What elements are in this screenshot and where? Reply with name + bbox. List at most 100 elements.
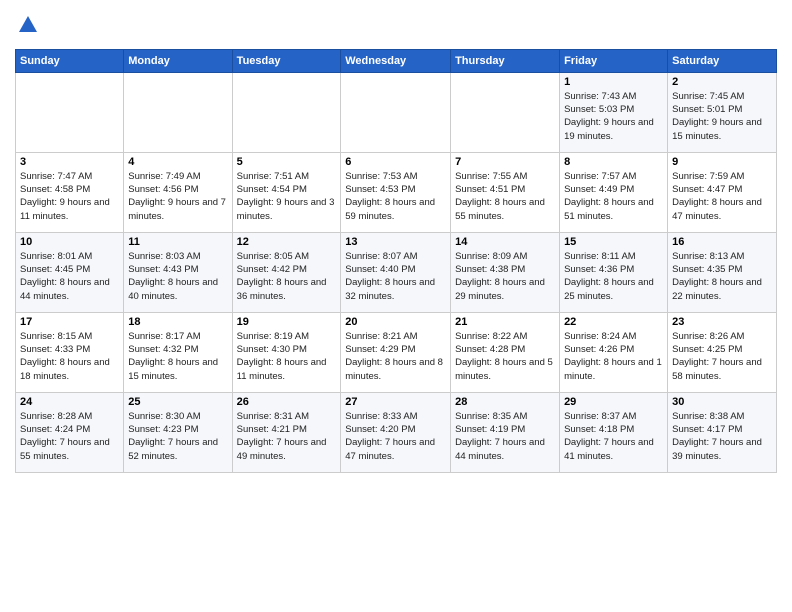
- calendar-cell: 20 Sunrise: 8:21 AM Sunset: 4:29 PM Dayli…: [341, 312, 451, 392]
- logo: [15, 14, 39, 41]
- day-info: Sunrise: 8:07 AM Sunset: 4:40 PM Dayligh…: [345, 250, 446, 303]
- calendar-table: SundayMondayTuesdayWednesdayThursdayFrid…: [15, 49, 777, 473]
- calendar-cell: 26 Sunrise: 8:31 AM Sunset: 4:21 PM Dayli…: [232, 392, 341, 472]
- calendar-cell: 8 Sunrise: 7:57 AM Sunset: 4:49 PM Daylig…: [560, 152, 668, 232]
- calendar-cell: 18 Sunrise: 8:17 AM Sunset: 4:32 PM Dayli…: [124, 312, 232, 392]
- page-container: SundayMondayTuesdayWednesdayThursdayFrid…: [0, 0, 792, 612]
- calendar-cell: 11 Sunrise: 8:03 AM Sunset: 4:43 PM Dayli…: [124, 232, 232, 312]
- day-info: Sunrise: 8:11 AM Sunset: 4:36 PM Dayligh…: [564, 250, 663, 303]
- calendar-cell: 4 Sunrise: 7:49 AM Sunset: 4:56 PM Daylig…: [124, 152, 232, 232]
- day-info: Sunrise: 8:38 AM Sunset: 4:17 PM Dayligh…: [672, 410, 772, 463]
- day-number: 24: [20, 396, 119, 408]
- calendar-cell: 6Sunrise: 7:53 AM Sunset: 4:53 PM Daylig…: [341, 152, 451, 232]
- day-number: 16: [672, 236, 772, 248]
- day-number: 5: [237, 156, 337, 168]
- calendar-cell: [451, 72, 560, 152]
- day-info: Sunrise: 8:31 AM Sunset: 4:21 PM Dayligh…: [237, 410, 337, 463]
- calendar-cell: [341, 72, 451, 152]
- day-number: 26: [237, 396, 337, 408]
- day-number: 20: [345, 316, 446, 328]
- logo-icon: [17, 14, 39, 36]
- day-info: Sunrise: 8:03 AM Sunset: 4:43 PM Dayligh…: [128, 250, 227, 303]
- calendar-cell: 14Sunrise: 8:09 AM Sunset: 4:38 PM Dayli…: [451, 232, 560, 312]
- calendar-cell: 3 Sunrise: 7:47 AM Sunset: 4:58 PM Daylig…: [16, 152, 124, 232]
- calendar-cell: 24 Sunrise: 8:28 AM Sunset: 4:24 PM Dayli…: [16, 392, 124, 472]
- day-number: 15: [564, 236, 663, 248]
- day-number: 1: [564, 76, 663, 88]
- calendar-week-row: 1 Sunrise: 7:43 AM Sunset: 5:03 PM Daylig…: [16, 72, 777, 152]
- day-number: 21: [455, 316, 555, 328]
- day-info: Sunrise: 8:24 AM Sunset: 4:26 PM Dayligh…: [564, 330, 663, 383]
- day-info: Sunrise: 8:37 AM Sunset: 4:18 PM Dayligh…: [564, 410, 663, 463]
- day-number: 2: [672, 76, 772, 88]
- calendar-cell: [232, 72, 341, 152]
- day-number: 22: [564, 316, 663, 328]
- day-number: 13: [345, 236, 446, 248]
- day-info: Sunrise: 8:19 AM Sunset: 4:30 PM Dayligh…: [237, 330, 337, 383]
- calendar-cell: 16 Sunrise: 8:13 AM Sunset: 4:35 PM Dayli…: [668, 232, 777, 312]
- day-info: Sunrise: 8:30 AM Sunset: 4:23 PM Dayligh…: [128, 410, 227, 463]
- weekday-header-saturday: Saturday: [668, 49, 777, 72]
- weekday-header-monday: Monday: [124, 49, 232, 72]
- day-info: Sunrise: 8:15 AM Sunset: 4:33 PM Dayligh…: [20, 330, 119, 383]
- calendar-cell: 2 Sunrise: 7:45 AM Sunset: 5:01 PM Daylig…: [668, 72, 777, 152]
- day-number: 23: [672, 316, 772, 328]
- day-info: Sunrise: 8:28 AM Sunset: 4:24 PM Dayligh…: [20, 410, 119, 463]
- day-number: 9: [672, 156, 772, 168]
- day-number: 19: [237, 316, 337, 328]
- day-info: Sunrise: 7:45 AM Sunset: 5:01 PM Dayligh…: [672, 90, 772, 143]
- calendar-cell: 1 Sunrise: 7:43 AM Sunset: 5:03 PM Daylig…: [560, 72, 668, 152]
- calendar-week-row: 17 Sunrise: 8:15 AM Sunset: 4:33 PM Dayli…: [16, 312, 777, 392]
- calendar-cell: 23 Sunrise: 8:26 AM Sunset: 4:25 PM Dayli…: [668, 312, 777, 392]
- day-number: 7: [455, 156, 555, 168]
- day-info: Sunrise: 8:17 AM Sunset: 4:32 PM Dayligh…: [128, 330, 227, 383]
- day-number: 11: [128, 236, 227, 248]
- day-number: 17: [20, 316, 119, 328]
- calendar-cell: 30 Sunrise: 8:38 AM Sunset: 4:17 PM Dayli…: [668, 392, 777, 472]
- calendar-week-row: 24 Sunrise: 8:28 AM Sunset: 4:24 PM Dayli…: [16, 392, 777, 472]
- calendar-cell: 21 Sunrise: 8:22 AM Sunset: 4:28 PM Dayli…: [451, 312, 560, 392]
- day-info: Sunrise: 7:49 AM Sunset: 4:56 PM Dayligh…: [128, 170, 227, 223]
- weekday-header-wednesday: Wednesday: [341, 49, 451, 72]
- day-number: 18: [128, 316, 227, 328]
- calendar-body: 1 Sunrise: 7:43 AM Sunset: 5:03 PM Daylig…: [16, 72, 777, 472]
- day-number: 8: [564, 156, 663, 168]
- day-info: Sunrise: 8:21 AM Sunset: 4:29 PM Dayligh…: [345, 330, 446, 383]
- day-number: 4: [128, 156, 227, 168]
- calendar-cell: 29Sunrise: 8:37 AM Sunset: 4:18 PM Dayli…: [560, 392, 668, 472]
- weekday-header-thursday: Thursday: [451, 49, 560, 72]
- day-info: Sunrise: 8:22 AM Sunset: 4:28 PM Dayligh…: [455, 330, 555, 383]
- day-number: 3: [20, 156, 119, 168]
- day-info: Sunrise: 7:55 AM Sunset: 4:51 PM Dayligh…: [455, 170, 555, 223]
- calendar-cell: 13 Sunrise: 8:07 AM Sunset: 4:40 PM Dayli…: [341, 232, 451, 312]
- weekday-header-friday: Friday: [560, 49, 668, 72]
- calendar-cell: 28Sunrise: 8:35 AM Sunset: 4:19 PM Dayli…: [451, 392, 560, 472]
- day-info: Sunrise: 7:43 AM Sunset: 5:03 PM Dayligh…: [564, 90, 663, 143]
- calendar-week-row: 3 Sunrise: 7:47 AM Sunset: 4:58 PM Daylig…: [16, 152, 777, 232]
- day-info: Sunrise: 7:51 AM Sunset: 4:54 PM Dayligh…: [237, 170, 337, 223]
- day-number: 27: [345, 396, 446, 408]
- calendar-week-row: 10Sunrise: 8:01 AM Sunset: 4:45 PM Dayli…: [16, 232, 777, 312]
- calendar-header: SundayMondayTuesdayWednesdayThursdayFrid…: [16, 49, 777, 72]
- day-number: 10: [20, 236, 119, 248]
- day-number: 28: [455, 396, 555, 408]
- calendar-cell: 27 Sunrise: 8:33 AM Sunset: 4:20 PM Dayli…: [341, 392, 451, 472]
- calendar-cell: [16, 72, 124, 152]
- calendar-cell: 9Sunrise: 7:59 AM Sunset: 4:47 PM Daylig…: [668, 152, 777, 232]
- calendar-cell: 15 Sunrise: 8:11 AM Sunset: 4:36 PM Dayli…: [560, 232, 668, 312]
- weekday-header-row: SundayMondayTuesdayWednesdayThursdayFrid…: [16, 49, 777, 72]
- calendar-cell: 5 Sunrise: 7:51 AM Sunset: 4:54 PM Daylig…: [232, 152, 341, 232]
- day-info: Sunrise: 8:33 AM Sunset: 4:20 PM Dayligh…: [345, 410, 446, 463]
- day-info: Sunrise: 7:57 AM Sunset: 4:49 PM Dayligh…: [564, 170, 663, 223]
- day-info: Sunrise: 8:13 AM Sunset: 4:35 PM Dayligh…: [672, 250, 772, 303]
- calendar-cell: 10Sunrise: 8:01 AM Sunset: 4:45 PM Dayli…: [16, 232, 124, 312]
- calendar-cell: 17 Sunrise: 8:15 AM Sunset: 4:33 PM Dayli…: [16, 312, 124, 392]
- day-number: 14: [455, 236, 555, 248]
- page-header: [15, 10, 777, 41]
- calendar-cell: 7 Sunrise: 7:55 AM Sunset: 4:51 PM Daylig…: [451, 152, 560, 232]
- weekday-header-sunday: Sunday: [16, 49, 124, 72]
- day-number: 30: [672, 396, 772, 408]
- day-number: 12: [237, 236, 337, 248]
- day-info: Sunrise: 7:47 AM Sunset: 4:58 PM Dayligh…: [20, 170, 119, 223]
- day-info: Sunrise: 8:26 AM Sunset: 4:25 PM Dayligh…: [672, 330, 772, 383]
